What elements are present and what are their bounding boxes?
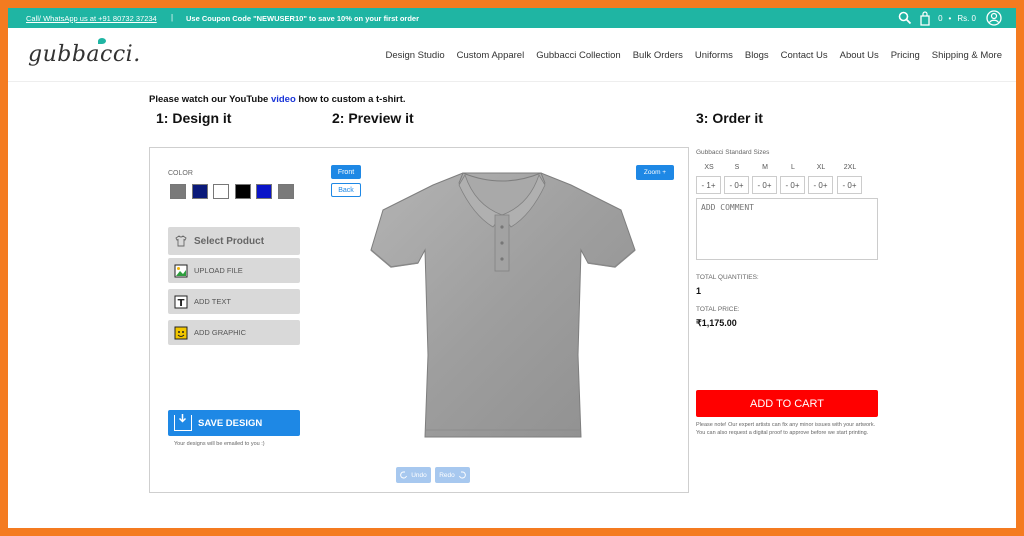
- menu-contact-us[interactable]: Contact Us: [781, 50, 828, 61]
- intro-text-after: how to custom a t-shirt.: [295, 94, 406, 105]
- color-swatch-royal-blue[interactable]: [256, 184, 272, 199]
- menu-gubbacci-collection[interactable]: Gubbacci Collection: [536, 50, 621, 61]
- qty-stepper-xs[interactable]: - 1+: [696, 176, 721, 194]
- size-head-s: S: [734, 164, 740, 171]
- main-navbar: gubbacci. Design Studio Custom Apparel G…: [8, 28, 1016, 82]
- menu-design-studio[interactable]: Design Studio: [385, 50, 444, 61]
- menu-bulk-orders[interactable]: Bulk Orders: [633, 50, 683, 61]
- cart-dot: •: [948, 13, 952, 23]
- menu-blogs[interactable]: Blogs: [745, 50, 769, 61]
- account-icon[interactable]: [986, 10, 1002, 26]
- upload-file-button[interactable]: UPLOAD FILE: [168, 258, 300, 283]
- page-frame: Call/ WhatsApp us at +91 80732 37234 | U…: [8, 8, 1016, 528]
- select-product-button[interactable]: Select Product: [168, 227, 300, 255]
- cart-count[interactable]: 0: [938, 14, 942, 23]
- menu-uniforms[interactable]: Uniforms: [695, 50, 733, 61]
- save-design-label: SAVE DESIGN: [198, 417, 263, 429]
- add-graphic-label: ADD GRAPHIC: [194, 328, 247, 337]
- tshirt-icon: [174, 234, 188, 248]
- graphic-icon: [174, 326, 188, 340]
- image-upload-icon: [174, 264, 188, 278]
- size-head-2xl: 2XL: [843, 164, 857, 171]
- total-price-value: ₹1,175.00: [696, 318, 737, 328]
- youtube-intro: Please watch our YouTube video how to cu…: [149, 94, 406, 105]
- upload-file-label: UPLOAD FILE: [194, 266, 243, 275]
- color-swatch-white[interactable]: [213, 184, 229, 199]
- qty-stepper-s[interactable]: - 0+: [724, 176, 749, 194]
- color-label: COLOR: [168, 170, 193, 177]
- logo-text: gubbacci.: [28, 42, 141, 67]
- qty-stepper-xl[interactable]: - 0+: [808, 176, 833, 194]
- total-price-label: TOTAL PRICE:: [696, 306, 740, 313]
- redo-icon: [458, 471, 466, 479]
- qty-stepper-2xl[interactable]: - 0+: [837, 176, 862, 194]
- header-actions: 0 • Rs. 0: [898, 10, 1002, 26]
- step-order-heading: 3: Order it: [696, 110, 763, 126]
- front-view-button[interactable]: Front: [331, 165, 361, 179]
- standard-sizes-title: Gubbacci Standard Sizes: [696, 149, 770, 156]
- redo-button[interactable]: Redo: [435, 467, 470, 483]
- gubbacci-logo[interactable]: gubbacci.: [28, 38, 141, 67]
- color-swatch-black[interactable]: [235, 184, 251, 199]
- size-head-m: M: [762, 164, 768, 171]
- top-announcement-bar: Call/ WhatsApp us at +91 80732 37234 | U…: [8, 8, 1016, 28]
- color-swatch-navy[interactable]: [192, 184, 208, 199]
- menu-shipping-more[interactable]: Shipping & More: [932, 50, 1002, 61]
- undo-label: Undo: [411, 471, 427, 479]
- search-icon[interactable]: [898, 11, 912, 25]
- add-text-label: ADD TEXT: [194, 297, 231, 306]
- text-icon: T: [174, 295, 188, 309]
- step-design-heading: 1: Design it: [156, 110, 232, 126]
- add-text-button[interactable]: T ADD TEXT: [168, 289, 300, 314]
- add-to-cart-button[interactable]: ADD TO CART: [696, 390, 878, 417]
- main-menu: Design Studio Custom Apparel Gubbacci Co…: [385, 50, 1002, 61]
- coupon-message: Use Coupon Code "NEWUSER10" to save 10% …: [186, 14, 419, 23]
- undo-icon: [400, 471, 408, 479]
- polo-shirt-preview[interactable]: [363, 155, 641, 445]
- undo-button[interactable]: Undo: [396, 467, 431, 483]
- redo-label: Redo: [439, 471, 455, 479]
- color-swatch-grey[interactable]: [170, 184, 186, 199]
- youtube-video-link[interactable]: video: [271, 94, 296, 105]
- save-design-button[interactable]: SAVE DESIGN: [168, 410, 300, 436]
- total-quantities-value: 1: [696, 286, 702, 296]
- back-view-button[interactable]: Back: [331, 183, 361, 197]
- qty-stepper-m[interactable]: - 0+: [752, 176, 777, 194]
- size-head-l: L: [791, 164, 795, 171]
- intro-text-before: Please watch our YouTube: [149, 94, 271, 105]
- cart-total[interactable]: Rs. 0: [957, 14, 976, 23]
- artwork-note: Please note! Our expert artists can fix …: [696, 422, 876, 436]
- step-preview-heading: 2: Preview it: [332, 110, 414, 126]
- download-icon: [174, 414, 192, 431]
- color-swatch-dark-grey[interactable]: [278, 184, 294, 199]
- qty-stepper-l[interactable]: - 0+: [780, 176, 805, 194]
- menu-custom-apparel[interactable]: Custom Apparel: [457, 50, 525, 61]
- separator: |: [171, 13, 174, 22]
- select-product-label: Select Product: [194, 235, 265, 247]
- cart-icon[interactable]: [918, 10, 932, 26]
- save-design-note: Your designs will be emailed to you :): [174, 441, 265, 447]
- size-head-xs: XS: [704, 164, 714, 171]
- menu-pricing[interactable]: Pricing: [891, 50, 920, 61]
- add-graphic-button[interactable]: ADD GRAPHIC: [168, 320, 300, 345]
- svg-text:T: T: [178, 298, 185, 309]
- zoom-button[interactable]: Zoom +: [636, 165, 674, 180]
- total-quantities-label: TOTAL QUANTITIES:: [696, 274, 759, 281]
- call-whatsapp-link[interactable]: Call/ WhatsApp us at +91 80732 37234: [26, 14, 157, 23]
- size-head-xl: XL: [816, 164, 826, 171]
- bird-logo-icon: [98, 38, 106, 44]
- comment-field[interactable]: [696, 198, 878, 260]
- menu-about-us[interactable]: About Us: [840, 50, 879, 61]
